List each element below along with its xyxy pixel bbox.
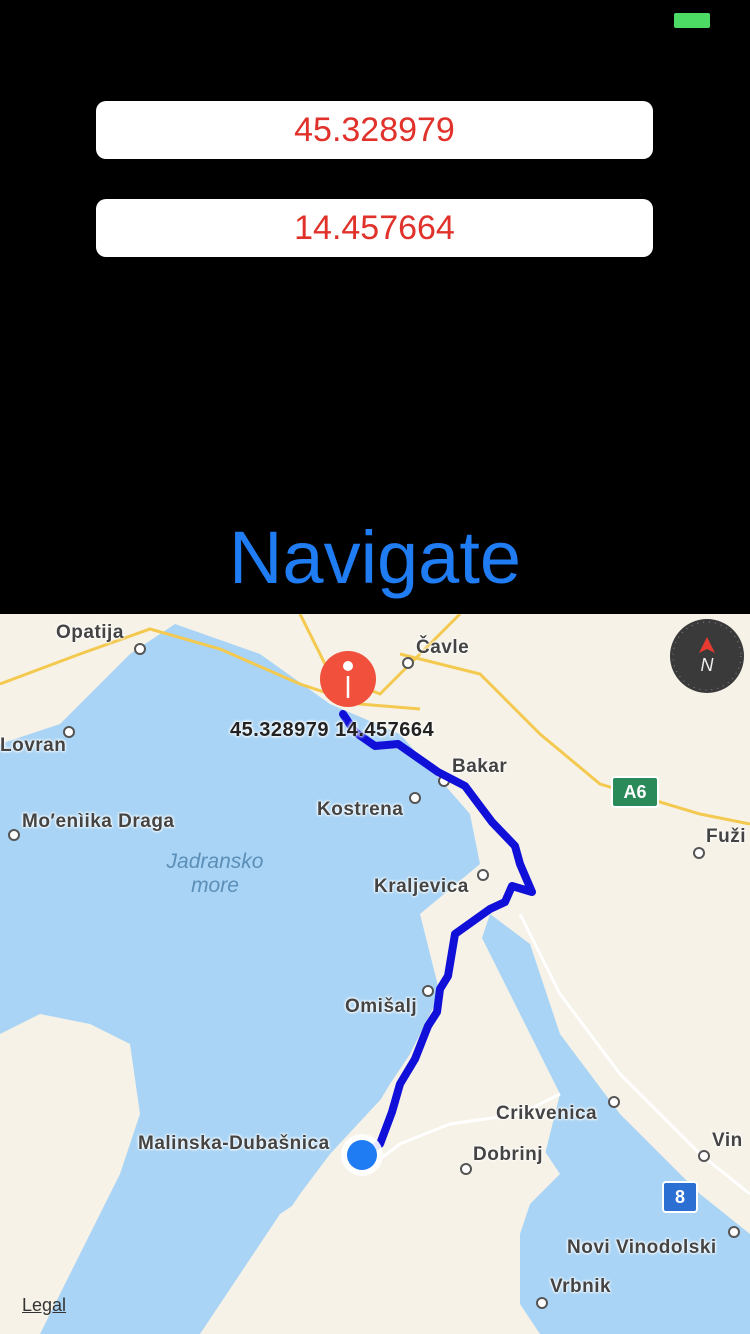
- place-malinska: Malinska-Dubašnica: [138, 1133, 330, 1154]
- compass-letter: N: [701, 655, 715, 675]
- battery-icon: [674, 13, 710, 28]
- place-kraljevica: Kraljevica: [374, 876, 469, 897]
- road-shield-8: 8: [662, 1181, 698, 1213]
- place-lovran: Lovran: [0, 735, 67, 756]
- place-cavle: Čavle: [416, 637, 470, 658]
- place-bakar: Bakar: [452, 756, 508, 777]
- highway-shield-a6: A6: [611, 776, 659, 808]
- place-opatija: Opatija: [56, 622, 124, 643]
- place-novi: Novi Vinodolski: [567, 1237, 717, 1258]
- sea-label-line1: Jadransko: [166, 850, 264, 873]
- navigate-button[interactable]: Navigate: [0, 508, 750, 608]
- longitude-field[interactable]: 14.457664: [96, 199, 653, 257]
- place-vrbnik: Vrbnik: [550, 1276, 612, 1297]
- sea-label-line2: more: [191, 874, 239, 897]
- place-kostrena: Kostrena: [317, 799, 404, 820]
- pin-label: 45.328979 14.457664: [230, 719, 435, 741]
- destination-pin: [320, 651, 376, 707]
- latitude-field[interactable]: 45.328979: [96, 101, 653, 159]
- map-view[interactable]: N 45.328979 14.457664 Opatija Čavle Lovr…: [0, 614, 750, 1334]
- sea-label: Jadransko more: [155, 850, 275, 898]
- place-crikvenica: Crikvenica: [496, 1103, 598, 1124]
- place-fuzine: Fuži: [706, 826, 746, 847]
- user-location-dot: [347, 1140, 377, 1170]
- place-moscenicka: Mo′enìika Draga: [22, 811, 175, 832]
- place-vinodol: Vin: [712, 1130, 743, 1151]
- place-dobrinj: Dobrinj: [473, 1144, 543, 1165]
- compass-icon[interactable]: N: [670, 619, 744, 693]
- legal-link[interactable]: Legal: [22, 1295, 66, 1316]
- place-omisalj: Omišalj: [345, 996, 418, 1017]
